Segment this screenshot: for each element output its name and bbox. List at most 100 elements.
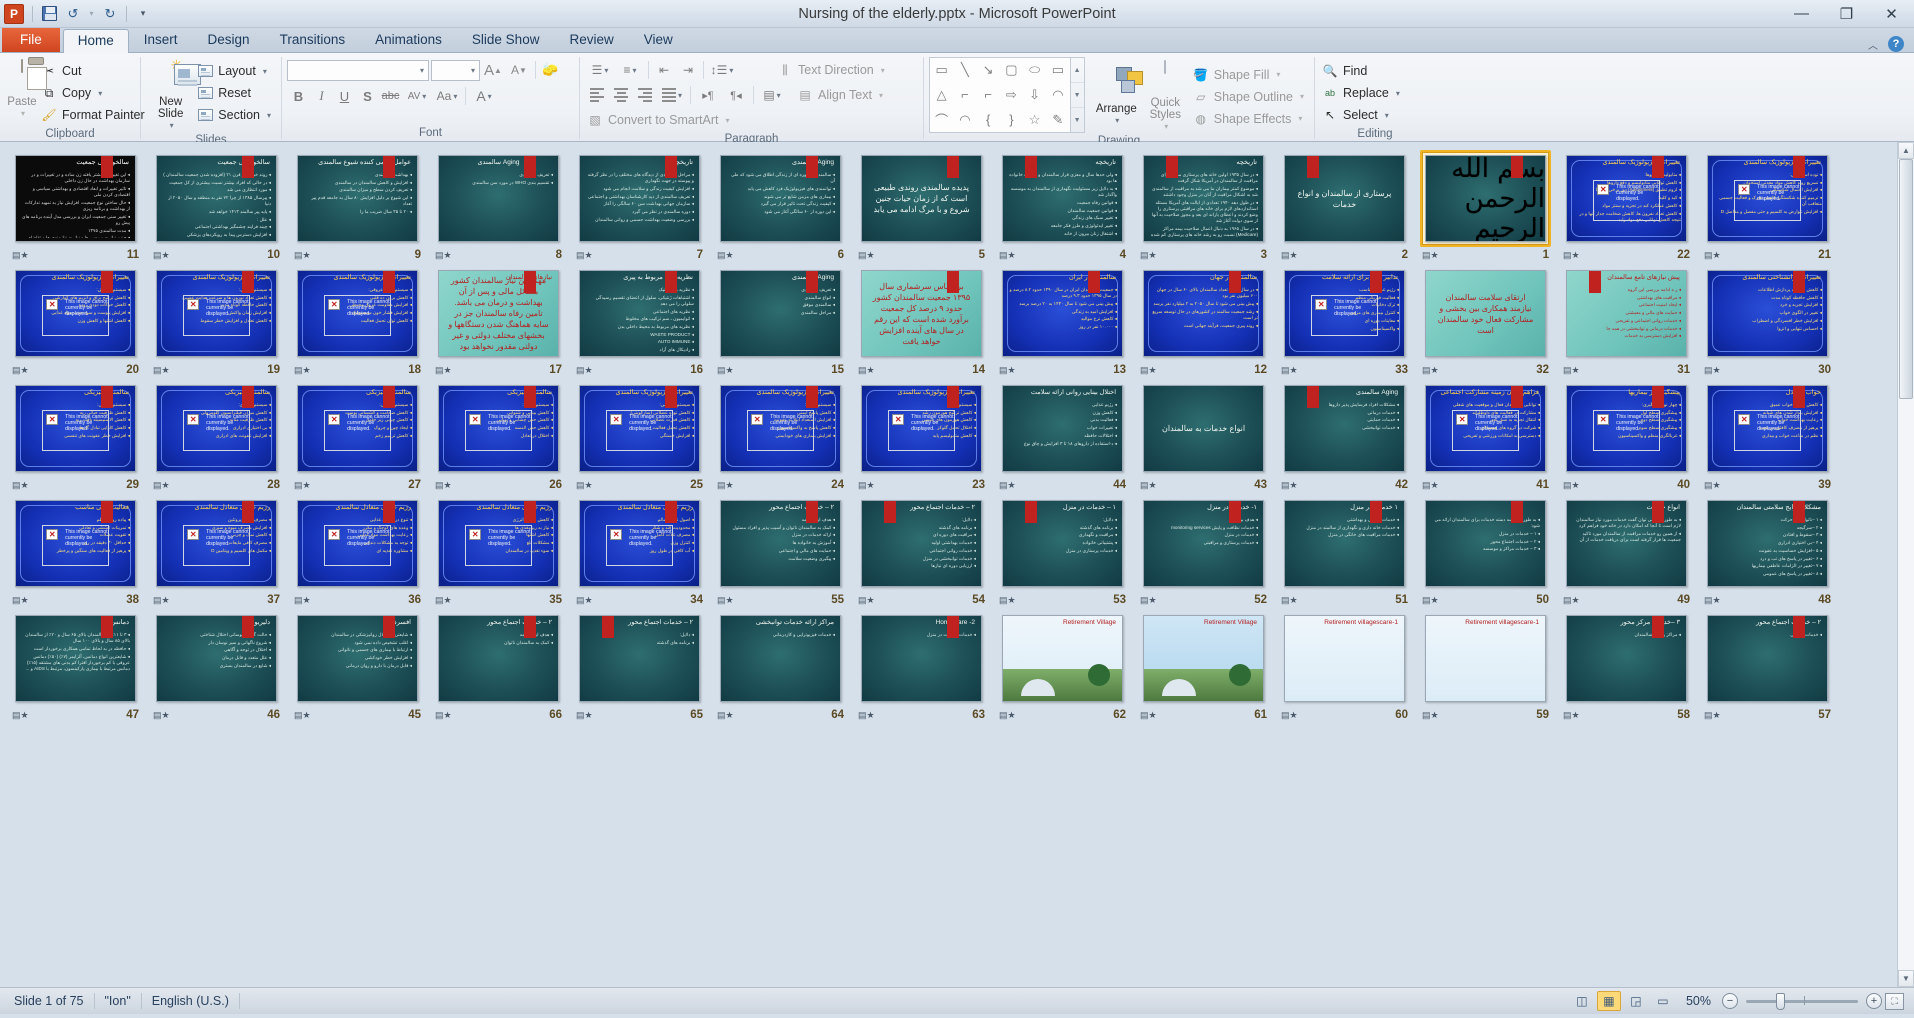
slide-thumb-frame[interactable]: فراهم کردن زمینه مشارکت اجتماعی ◂ توانایی… — [1420, 380, 1551, 477]
scrollbar-track[interactable] — [1898, 159, 1914, 970]
slide-thumbnail-53[interactable]: ۱ – خدمات در منزل ◂ دلایل: ◂ برنامه های گذ… — [993, 493, 1134, 608]
slide-thumbnail-62[interactable]: Retirement Village ▤★ 62 — [993, 608, 1134, 723]
animation-preview-icon[interactable]: ▤★ — [1422, 595, 1439, 605]
animation-preview-icon[interactable]: ▤★ — [1281, 480, 1298, 490]
slide-thumbnail-52[interactable]: ۱- خدمات در منزل◂ هدف برنامه:◂ خدمات نظا… — [1134, 493, 1275, 608]
shape-star-icon[interactable]: ☆ — [1023, 107, 1046, 132]
slide-thumb-frame[interactable]: افسردگی ◂ شایعترین اختلال روانپزشکی در سا… — [292, 610, 423, 707]
slide-thumb-frame[interactable]: ۳ –خدمات مرکز محور◂ مراکز روزانه سالمندا… — [1561, 610, 1692, 707]
align-text-button[interactable]: ▤ Align Text ▾ — [795, 84, 888, 106]
tab-view[interactable]: View — [629, 28, 688, 52]
animation-preview-icon[interactable]: ▤★ — [294, 365, 311, 375]
font-name-caret-icon[interactable]: ▾ — [420, 66, 424, 75]
slide-thumb-frame[interactable]: بسم الله الرحمن الرحیم — [1420, 150, 1551, 247]
slide-thumb-frame[interactable]: تاریخچه ◂ ولی حدها سال و معزی قرار سالمند… — [997, 150, 1128, 247]
animation-preview-icon[interactable]: ▤★ — [153, 710, 170, 720]
restore-button[interactable]: ❐ — [1824, 0, 1869, 27]
animation-preview-icon[interactable]: ▤★ — [1422, 710, 1439, 720]
copy-caret-icon[interactable]: ▾ — [98, 89, 102, 98]
animation-preview-icon[interactable]: ▤★ — [1422, 250, 1439, 260]
animation-preview-icon[interactable]: ▤★ — [435, 365, 452, 375]
animation-preview-icon[interactable]: ▤★ — [294, 595, 311, 605]
slide-thumb-frame[interactable]: تغییرات فیزیولوژیک سالمندی ◂ سیستم گوارش:… — [10, 265, 141, 362]
align-center-icon[interactable] — [609, 84, 633, 106]
animation-preview-icon[interactable]: ▤★ — [858, 480, 875, 490]
bullets-icon[interactable]: ☰ ▾ — [585, 59, 615, 81]
slide-thumbnail-16[interactable]: نظریه های مربوط به پیری◂ نظریه های ژنتیک… — [570, 263, 711, 378]
slide-grid[interactable]: سالخوردگی جمعیت ◂ این تغییرات بیشتر یافته… — [0, 142, 1897, 987]
slide-thumb-frame[interactable]: Retirement Village — [997, 610, 1128, 707]
animation-preview-icon[interactable]: ▤★ — [153, 365, 170, 375]
animation-preview-icon[interactable]: ▤★ — [1281, 250, 1298, 260]
slide-thumbnail-42[interactable]: Aging سالمندی ◂ مشکلات افراد فرسایش پذیر … — [1275, 378, 1416, 493]
animation-preview-icon[interactable]: ▤★ — [1704, 480, 1721, 490]
slide-thumb-frame[interactable]: تاریخچه ◂ در سال ۱۹۳۵ اولین خانه های پرست… — [1138, 150, 1269, 247]
slide-show-button[interactable]: ▭ — [1651, 991, 1675, 1011]
slide-thumbnail-63[interactable]: 2- Home care◂ خدمات مراقبت در منزل ▤★ 63 — [852, 608, 993, 723]
slide-thumbnail-34[interactable]: رژیم غذایی متعادل سالمندی◂ اصول تغذیه سا… — [570, 493, 711, 608]
shape-freeform-icon[interactable]: ✎ — [1046, 107, 1069, 132]
animation-preview-icon[interactable]: ▤★ — [12, 250, 29, 260]
close-button[interactable]: ✕ — [1869, 0, 1914, 27]
slide-thumb-frame[interactable]: رژیم غذایی متعادل سالمندی◂ کاهش نیاز به … — [433, 495, 564, 592]
shape-line-icon[interactable]: ╲ — [953, 58, 976, 83]
animation-preview-icon[interactable]: ▤★ — [294, 480, 311, 490]
slide-thumb-frame[interactable]: Aging سالمندی ◂ تعریف سالمندی ◂ انواع سالم… — [715, 265, 846, 362]
slide-thumbnail-38[interactable]: فعالیت بدنی مناسب◂ پیاده روی منظم◂ تمرین… — [6, 493, 147, 608]
slide-thumb-frame[interactable]: رژیم غذایی متعادل سالمندی◂ مصرف کافی پرو… — [151, 495, 282, 592]
underline-button[interactable]: U — [333, 85, 356, 107]
slide-thumbnail-59[interactable]: 1-Retirement villagescare ▤★ 59 — [1416, 608, 1557, 723]
font-color-button[interactable]: A ▾ — [469, 85, 499, 107]
decrease-font-size-button[interactable]: A ▼ — [506, 59, 532, 81]
tab-design[interactable]: Design — [193, 28, 265, 52]
animation-preview-icon[interactable]: ▤★ — [435, 595, 452, 605]
animation-preview-icon[interactable]: ▤★ — [1281, 710, 1298, 720]
slide-thumbnail-49[interactable]: انواع خدمات◂ به طور کلی می توان گفت خدما… — [1557, 493, 1698, 608]
zoom-in-button[interactable]: + — [1866, 993, 1882, 1009]
slide-sorter-scrollbar[interactable]: ▲ ▼ — [1897, 142, 1914, 987]
shape-left-brace-icon[interactable]: { — [977, 107, 1000, 132]
slide-thumbnail-9[interactable]: عوامل پر می کننده شیوع سالمندی◂ بهداشت س… — [288, 148, 429, 263]
customize-qat-icon[interactable]: ▾ — [132, 3, 154, 25]
copy-button[interactable]: ⧉ Copy ▾ — [39, 82, 150, 104]
tab-slide-show[interactable]: Slide Show — [457, 28, 555, 52]
shape-outline-button[interactable]: ▱ Shape Outline ▾ — [1191, 86, 1309, 108]
slide-thumbnail-33[interactable]: تدابیر لازم برای ارائه سلامت◂ رژیم غذایی… — [1275, 263, 1416, 378]
animation-preview-icon[interactable]: ▤★ — [999, 710, 1016, 720]
slide-thumbnail-39[interactable]: خواب متعادل◂ کاهش نیاز به خواب عمیق◂ افز… — [1698, 378, 1839, 493]
slide-thumb-frame[interactable]: تغییرات فیزیولوژیک سالمندی ◂ سیستم غدد: ◂ … — [856, 380, 987, 477]
slide-thumbnail-12[interactable]: سالمندی در جهان◂ در سال ۲۰۰۰ تعداد سالمن… — [1134, 263, 1275, 378]
slide-thumb-frame[interactable]: تغییرات فیزیولوژیک سالمندی ◂ سیستم عصبی: ◂… — [151, 265, 282, 362]
slide-thumbnail-54[interactable]: ۲ – خدمات اجتماع محور ◂ دلایل: ◂ برنامه ها… — [852, 493, 993, 608]
animation-preview-icon[interactable]: ▤★ — [717, 480, 734, 490]
tab-animations[interactable]: Animations — [360, 28, 457, 52]
slide-thumbnail-45[interactable]: افسردگی ◂ شایعترین اختلال روانپزشکی در سا… — [288, 608, 429, 723]
ltr-direction-icon[interactable]: ▸¶ — [694, 84, 722, 106]
slide-thumb-frame[interactable]: پیشگیری از بیماریها◂ چهار نوع پیشگیری:◂ … — [1561, 380, 1692, 477]
slide-thumbnail-2[interactable]: پرستاری از سالمندان و انواع خدمات ▤★ 2 — [1275, 148, 1416, 263]
slide-thumb-frame[interactable]: ارتقای سلامت سالمندان نیازمند همکاری بین… — [1420, 265, 1551, 362]
slide-thumb-frame[interactable]: پدیده سالمندی روندی طبیعی است که از زمان… — [856, 150, 987, 247]
slide-thumbnail-18[interactable]: تغییرات فیزیولوژیک سالمندی◂ سیستم قلبی ع… — [288, 263, 429, 378]
shapes-scroll-up-icon[interactable]: ▲ — [1070, 58, 1084, 83]
slide-thumb-frame[interactable]: 1-Retirement villagescare — [1420, 610, 1551, 707]
shape-right-arrow-icon[interactable]: ⇨ — [1000, 83, 1023, 108]
slide-thumbnail-17[interactable]: نیازهای سالمندان مهمترین نیاز سالمندان کش… — [429, 263, 570, 378]
slide-thumb-frame[interactable]: 2- Home care◂ خدمات مراقبت در منزل — [856, 610, 987, 707]
layout-caret-icon[interactable]: ▾ — [263, 67, 267, 76]
quick-access-toolbar[interactable]: P ↺ ▾ ↻ ▾ — [0, 0, 154, 27]
language-indicator[interactable]: English (U.S.) — [142, 993, 240, 1009]
slide-thumbnail-7[interactable]: تاریخچه ◂ مراحل سالمندی از دیدگاه های مخت… — [570, 148, 711, 263]
scroll-up-icon[interactable]: ▲ — [1898, 142, 1914, 159]
bold-button[interactable]: B — [287, 85, 310, 107]
slide-thumbnail-31[interactable]: پیش نیازهای تامع سالمندان ◂ ر ه ادامه برر… — [1557, 263, 1698, 378]
animation-preview-icon[interactable]: ▤★ — [1140, 365, 1157, 375]
animation-preview-icon[interactable]: ▤★ — [576, 595, 593, 605]
replace-button[interactable]: ab Replace ▾ — [1320, 82, 1405, 104]
slide-thumbnail-20[interactable]: تغییرات فیزیولوژیک سالمندی ◂ سیستم گوارش:… — [6, 263, 147, 378]
slide-thumbnail-46[interactable]: دلیریوم ◂ حالت گذرا و نوسانی اختلال شناخت… — [147, 608, 288, 723]
paste-caret-icon[interactable]: ▾ — [21, 108, 25, 120]
paste-button[interactable]: Paste ▾ — [5, 57, 39, 120]
animation-preview-icon[interactable]: ▤★ — [12, 595, 29, 605]
animation-preview-icon[interactable]: ▤★ — [1281, 365, 1298, 375]
